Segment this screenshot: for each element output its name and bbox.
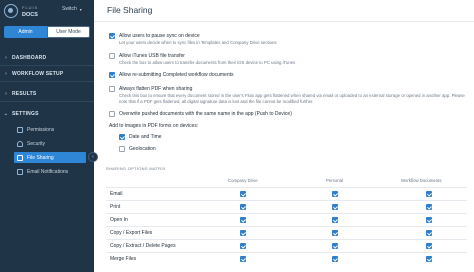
matrix-checkbox[interactable] [332, 230, 338, 236]
table-row: Open In [106, 213, 467, 225]
sidebar-item-email-notifications[interactable]: Email Notifications [14, 166, 86, 177]
matrix-row-label: Open In [110, 217, 128, 223]
nav-results[interactable]: › RESULTS [0, 86, 94, 102]
collapse-sidebar-button[interactable]: ‹ [88, 152, 98, 162]
page-title: File Sharing [107, 5, 153, 15]
table-row: Copy / Extract / Delete Pages [106, 239, 467, 251]
nav-settings-label: SETTINGS [12, 111, 39, 117]
matrix-checkbox[interactable] [332, 217, 338, 223]
admin-mode-button[interactable]: Admin [4, 26, 47, 38]
switch-dropdown[interactable]: Switch ▾ [62, 6, 82, 12]
sidebar-item-file-sharing[interactable]: File Sharing [14, 152, 86, 163]
sidebar-item-security[interactable]: Security [14, 138, 86, 149]
pdf-option-label: Geolocation [129, 145, 156, 152]
pdf-checkbox[interactable] [119, 134, 125, 140]
matrix-checkbox[interactable] [426, 217, 432, 223]
matrix-row-label: Print [110, 204, 121, 210]
option-checkbox[interactable] [109, 72, 115, 78]
nav-results-label: RESULTS [12, 90, 37, 97]
nav-workflow-label: WORKFLOW SETUP [12, 70, 64, 77]
matrix-column-header: Workflow Documents [401, 178, 442, 183]
option-title: Allow iTunes USB file transfer [119, 52, 185, 59]
chevron-down-icon: ⌄ [3, 111, 9, 117]
user-mode-button[interactable]: User Mode [47, 26, 90, 38]
option-title: Always flatten PDF when sharing [119, 85, 193, 92]
matrix-column-header: Personal [326, 178, 343, 183]
option-checkbox[interactable] [109, 33, 115, 39]
brand-small-text: FLUIX [22, 4, 39, 10]
chevron-down-icon: ▾ [79, 6, 82, 12]
option-title: Allow re-submitting Completed workflow d… [119, 71, 234, 78]
chevron-right-icon: › [5, 70, 7, 77]
matrix-checkbox[interactable] [240, 191, 246, 197]
matrix-checkbox[interactable] [240, 204, 246, 210]
matrix-checkbox[interactable] [240, 243, 246, 249]
chevron-right-icon: › [5, 90, 7, 97]
matrix-checkbox[interactable] [426, 256, 432, 262]
option-description: Let your users decide when to sync files… [119, 40, 277, 45]
nav-settings[interactable]: ⌄ SETTINGS [0, 106, 94, 122]
mail-icon [17, 168, 23, 175]
matrix-checkbox[interactable] [240, 230, 246, 236]
matrix-checkbox[interactable] [426, 243, 432, 249]
option-title: Allow users to pause sync on device [119, 32, 200, 39]
matrix-column-header: Company Drive [228, 178, 258, 183]
sidebar: FLUIX DOCS Switch ▾ Admin User Mode › DA… [0, 0, 94, 272]
nav-dashboard-label: DASHBOARD [12, 54, 47, 61]
matrix-section-label: SHARING OPTIONS MATRIX [106, 166, 166, 171]
matrix-checkbox[interactable] [426, 191, 432, 197]
option-checkbox[interactable] [109, 86, 115, 92]
matrix-checkbox[interactable] [426, 204, 432, 210]
option-title: Overwrite pushed documents with the same… [119, 110, 292, 117]
option-checkbox[interactable] [109, 111, 115, 117]
matrix-checkbox[interactable] [240, 256, 246, 262]
sidebar-item-label: File Sharing [27, 154, 54, 161]
matrix-checkbox[interactable] [332, 256, 338, 262]
matrix-checkbox[interactable] [332, 243, 338, 249]
matrix-checkbox[interactable] [426, 230, 432, 236]
shield-icon [17, 140, 23, 147]
nav-dashboard[interactable]: › DASHBOARD [0, 50, 94, 66]
header-divider [94, 21, 474, 22]
table-row: Copy / Export Files [106, 226, 467, 238]
option-checkbox[interactable] [109, 53, 115, 59]
matrix-row-label: Email [110, 191, 123, 197]
mode-toggle: Admin User Mode [4, 26, 90, 38]
brand-big-text: DOCS [22, 11, 38, 18]
matrix-checkbox[interactable] [332, 204, 338, 210]
pdf-checkbox[interactable] [119, 146, 125, 152]
brand: FLUIX DOCS [4, 4, 38, 18]
table-row: Merge Files [106, 252, 467, 264]
matrix-row-label: Copy / Export Files [110, 230, 153, 236]
main-content: File Sharing Allow users to pause sync o… [94, 0, 474, 272]
chevron-right-icon: › [5, 54, 7, 61]
nav-workflow-setup[interactable]: › WORKFLOW SETUP [0, 66, 94, 82]
matrix-checkbox[interactable] [240, 217, 246, 223]
option-description: Check this box to ensure that every docu… [119, 93, 465, 104]
switch-label: Switch [62, 6, 77, 12]
pdf-forms-label: Add to images in PDF forms on devices: [109, 123, 199, 129]
table-row: Print [106, 200, 467, 212]
file-icon [17, 154, 23, 161]
pdf-option-label: Date and Time [129, 133, 162, 140]
chevron-left-icon: ‹ [92, 154, 94, 160]
permissions-icon [17, 126, 23, 133]
matrix-checkbox[interactable] [332, 191, 338, 197]
sidebar-item-label: Permissions [27, 126, 55, 133]
matrix-row-label: Copy / Extract / Delete Pages [110, 243, 176, 249]
option-description: Check the box to allow users to transfer… [119, 60, 296, 65]
table-row: Email [106, 187, 467, 199]
matrix-row-label: Merge Files [110, 256, 137, 262]
sidebar-item-label: Security [27, 140, 46, 147]
sidebar-item-permissions[interactable]: Permissions [14, 124, 86, 135]
fluix-logo-icon [4, 4, 18, 18]
sidebar-item-label: Email Notifications [27, 168, 69, 175]
